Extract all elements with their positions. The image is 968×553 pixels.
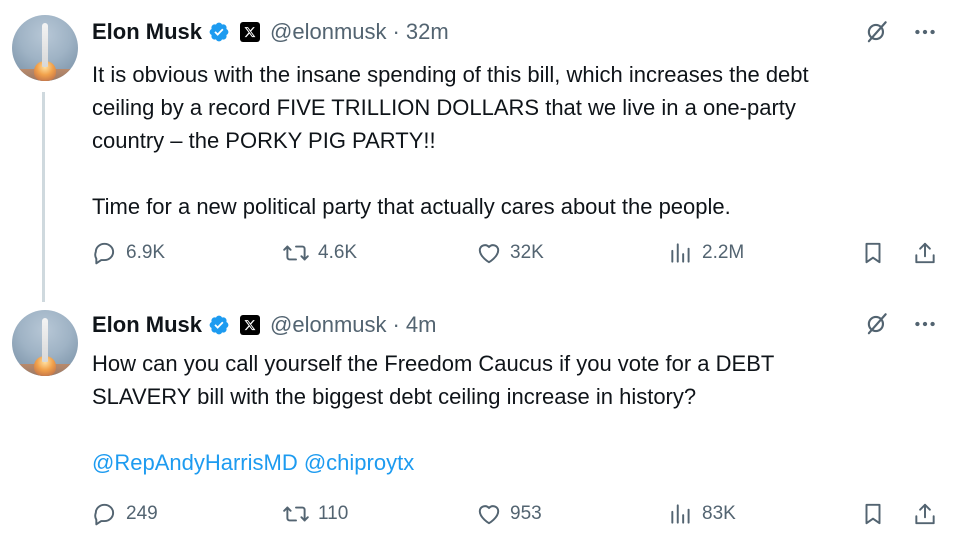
reply-button[interactable]: 6.9K [92, 240, 165, 266]
views-count: 83K [702, 503, 736, 524]
bookmark-icon [865, 503, 881, 525]
repost-count: 4.6K [318, 242, 358, 263]
share-icon [915, 242, 935, 264]
tweet[interactable]: Elon Musk @elonmusk · 4m How can you cal… [0, 300, 968, 553]
like-button[interactable]: 953 [476, 501, 542, 527]
timestamp[interactable]: 4m [406, 312, 437, 338]
grok-icon[interactable] [864, 19, 890, 45]
reply-count: 249 [126, 503, 158, 524]
repost-button[interactable]: 110 [282, 501, 348, 527]
grok-icon[interactable] [864, 311, 890, 337]
like-button[interactable]: 32K [476, 240, 544, 266]
author-handle[interactable]: @elonmusk [270, 19, 387, 45]
author-name[interactable]: Elon Musk [92, 312, 202, 338]
author-handle[interactable]: @elonmusk [270, 312, 387, 338]
views-button[interactable]: 2.2M [668, 240, 744, 266]
bookmark-button[interactable] [860, 240, 886, 266]
bookmark-button[interactable] [860, 501, 886, 527]
like-count: 32K [510, 242, 544, 263]
verified-badge-icon[interactable] [208, 314, 230, 336]
mention-link[interactable]: @chiproytx [304, 450, 414, 475]
views-count: 2.2M [702, 242, 745, 263]
reply-icon [94, 503, 115, 526]
tweet-text: It is obvious with the insane spending o… [92, 62, 809, 219]
timestamp[interactable]: 32m [406, 19, 449, 45]
tweet-top-actions [864, 19, 938, 45]
tweet-header: Elon Musk @elonmusk · 32m [92, 17, 449, 47]
bookmark-icon [865, 242, 881, 264]
heart-icon [478, 244, 500, 264]
repost-icon [283, 506, 309, 522]
views-icon [671, 504, 690, 524]
avatar[interactable] [12, 15, 78, 81]
reply-icon [94, 242, 115, 265]
tweet-actions: 249 110 953 83K [92, 501, 942, 531]
tweet-text: How can you call yourself the Freedom Ca… [92, 351, 775, 409]
x-logo-icon [240, 22, 261, 42]
tweet-actions: 6.9K 4.6K 32K 2.2M [92, 240, 942, 270]
tweet-header: Elon Musk @elonmusk · 4m [92, 310, 436, 340]
mention-link[interactable]: @RepAndyHarrisMD [92, 450, 298, 475]
reply-count: 6.9K [126, 242, 166, 263]
reply-button[interactable]: 249 [92, 501, 158, 527]
more-icon[interactable] [912, 19, 938, 45]
separator-dot: · [392, 19, 400, 44]
verified-badge-icon[interactable] [208, 21, 230, 43]
x-logo-icon [240, 315, 261, 335]
views-button[interactable]: 83K [668, 501, 736, 527]
heart-icon [478, 505, 500, 525]
views-icon [671, 243, 690, 263]
more-icon[interactable] [912, 311, 938, 337]
share-icon [915, 503, 935, 525]
repost-button[interactable]: 4.6K [282, 240, 357, 266]
separator-dot: · [392, 312, 400, 337]
tweet[interactable]: Elon Musk @elonmusk · 32m It is obvious … [0, 0, 968, 302]
tweet-top-actions [864, 311, 938, 337]
author-name[interactable]: Elon Musk [92, 19, 202, 45]
like-count: 953 [510, 503, 542, 524]
avatar[interactable] [12, 310, 78, 376]
repost-count: 110 [318, 503, 349, 524]
share-button[interactable] [912, 240, 938, 266]
mentions: @RepAndyHarrisMD @chiproytx [92, 450, 414, 476]
repost-icon [283, 245, 309, 261]
thread-connector-line [42, 92, 45, 302]
share-button[interactable] [912, 501, 938, 527]
